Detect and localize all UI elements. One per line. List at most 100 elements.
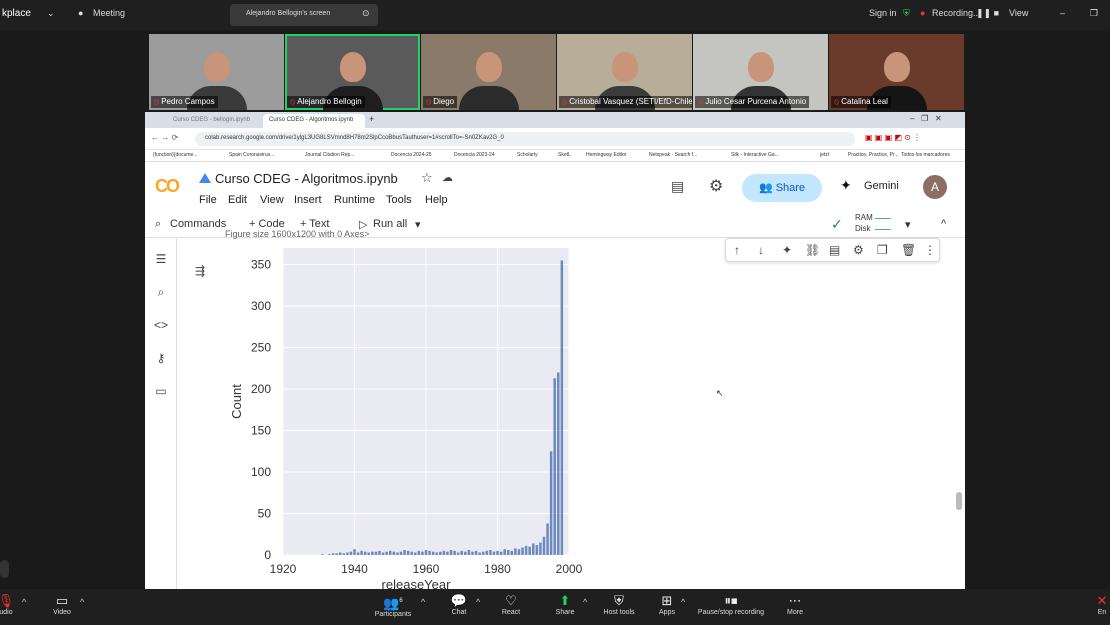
react-button[interactable]: ♡ React: [481, 593, 541, 616]
chevron-up-icon[interactable]: ^: [681, 597, 685, 607]
comment-icon[interactable]: ▤: [671, 178, 684, 195]
more-icon[interactable]: ⋮: [924, 243, 936, 257]
histogram-bar: [471, 551, 474, 555]
bookmark-item[interactable]: SketL: [558, 152, 571, 158]
bookmark-item[interactable]: Netspeak - Search f...: [649, 152, 697, 158]
audio-button[interactable]: 🎙 udio: [0, 593, 36, 616]
link-icon[interactable]: ⛓: [805, 243, 820, 257]
y-axis-label: Count: [229, 384, 244, 419]
chevron-down-icon[interactable]: ▾: [415, 218, 421, 231]
bookmark-item[interactable]: Todos los marcadores: [901, 152, 950, 158]
url-field[interactable]: colab.research.google.com/drive/1ylgL3UG…: [195, 132, 855, 146]
delete-icon[interactable]: 🗑: [901, 243, 916, 257]
end-button[interactable]: ✕ En: [1072, 593, 1110, 616]
nav-buttons[interactable]: ← → ⟳: [151, 133, 178, 142]
extension-icons[interactable]: ▣ ▣ ▣ ◩ ⊙ ⋮: [865, 133, 921, 142]
participant-tile[interactable]: ⦸ Catalina Leal: [829, 34, 964, 110]
histogram-bar: [421, 551, 424, 555]
move-up-icon[interactable]: ↑: [734, 243, 740, 257]
participant-face: [747, 52, 774, 82]
participant-tile[interactable]: ⦸ Pedro Campos: [149, 34, 284, 110]
colab-logo[interactable]: CO: [155, 176, 180, 197]
bookmark-item[interactable]: {function}{docume...: [153, 152, 197, 158]
bookmark-item[interactable]: Silk - Interactive Ga...: [731, 152, 779, 158]
minimize-icon[interactable]: –: [1060, 8, 1065, 18]
chevron-up-icon[interactable]: ^: [476, 597, 480, 607]
browser-tab[interactable]: Curso CDEG - bellogin.ipynb: [167, 114, 259, 128]
histogram-bar: [460, 550, 464, 555]
find-icon[interactable]: ⌕: [153, 285, 169, 301]
chevron-up-icon[interactable]: ^: [941, 218, 946, 230]
shared-screen-tab[interactable]: Alejandro Bellogin's screen ⊙: [230, 4, 378, 26]
bookmark-item[interactable]: Hemingway Editor: [586, 152, 627, 158]
chevron-down-icon[interactable]: ⌄: [47, 8, 55, 19]
meeting-label[interactable]: Meeting: [93, 8, 125, 18]
participant-face: [339, 52, 366, 82]
output-toggle-icon[interactable]: ⇶: [195, 264, 205, 278]
participant-face: [475, 52, 502, 82]
restore-icon[interactable]: ❐: [1090, 8, 1098, 19]
menu-item[interactable]: Insert: [294, 194, 322, 206]
chevron-up-icon[interactable]: ^: [583, 597, 587, 607]
share-label: Share: [775, 182, 806, 194]
toc-icon[interactable]: ☰: [153, 252, 169, 268]
bookmark-item[interactable]: Journal Citation Rep...: [305, 152, 354, 158]
gemini-label[interactable]: Gemini: [864, 180, 899, 192]
window-controls[interactable]: – ❐ ✕: [910, 114, 942, 123]
menu-item[interactable]: Runtime: [334, 194, 375, 206]
run-all-button[interactable]: Run all: [373, 218, 407, 230]
pause-recording-button[interactable]: ⏸⏹ Pause/stop recording: [691, 593, 771, 616]
star-icon[interactable]: ☆: [421, 170, 433, 186]
chevron-up-icon[interactable]: ^: [80, 597, 84, 607]
share-button[interactable]: 👥 Share: [742, 174, 822, 202]
scrollbar[interactable]: [956, 492, 962, 510]
participant-body: [458, 86, 519, 110]
signin-link[interactable]: Sign in: [869, 8, 897, 18]
chevron-up-icon[interactable]: ^: [22, 597, 26, 607]
menu-item[interactable]: Edit: [228, 194, 247, 206]
bookmark-item[interactable]: jetzt: [820, 152, 829, 158]
key-icon[interactable]: ⚷: [153, 351, 169, 367]
gear-icon[interactable]: ⚙: [709, 176, 723, 196]
participant-tile[interactable]: ⦸ Diego: [421, 34, 556, 110]
participant-tile[interactable]: ⦸ Alejandro Bellogin: [285, 34, 420, 110]
chevron-up-icon[interactable]: ^: [421, 597, 425, 607]
notebook-title[interactable]: Curso CDEG - Algoritmos.ipynb: [215, 171, 398, 186]
search-icon[interactable]: ⌕: [155, 218, 161, 231]
gemini-icon[interactable]: ✦: [840, 177, 852, 194]
more-icon[interactable]: ⊙: [362, 8, 370, 19]
code-snippets-icon[interactable]: <>: [153, 318, 169, 334]
bookmark-item[interactable]: Practice, Practice, Pr...: [848, 152, 899, 158]
chevron-down-icon[interactable]: ▾: [905, 218, 911, 231]
more-button[interactable]: ⋯ More: [765, 593, 825, 616]
paw-icon: ●: [78, 8, 84, 18]
mirror-icon[interactable]: ❐: [877, 243, 888, 257]
bookmark-item[interactable]: Scholarly: [517, 152, 538, 158]
histogram-bar: [549, 451, 553, 555]
gear-icon[interactable]: ⚙: [853, 243, 864, 257]
view-button[interactable]: View: [1009, 8, 1028, 18]
comment-icon[interactable]: ▤: [829, 243, 840, 257]
side-handle[interactable]: [0, 560, 9, 578]
shared-screen: Curso CDEG - bellogin.ipynb Curso CDEG -…: [145, 112, 965, 589]
move-down-icon[interactable]: ↓: [758, 243, 764, 257]
participant-tile[interactable]: ⦸ Cristobal Vasquez (SETI/EfD-Chile): [557, 34, 692, 110]
menu-item[interactable]: View: [260, 194, 284, 206]
participants-button[interactable]: 👥6 Participants: [363, 593, 423, 618]
browser-tab-active[interactable]: Curso CDEG - Algoritmos.ipynb: [263, 114, 365, 128]
menu-item[interactable]: Help: [425, 194, 448, 206]
bookmark-item[interactable]: Docencia 2024-25: [391, 152, 432, 158]
commands-button[interactable]: Commands: [170, 218, 226, 230]
menu-item[interactable]: Tools: [386, 194, 412, 206]
apps-button[interactable]: ⊞ Apps: [637, 593, 697, 616]
folder-icon[interactable]: ▭: [153, 384, 169, 400]
participant-tile[interactable]: ⦸ Julio Cesar Purcena Antonio: [693, 34, 828, 110]
menu-item[interactable]: File: [199, 194, 217, 206]
bookmark-item[interactable]: Spain Coronavirus...: [229, 152, 274, 158]
bookmark-item[interactable]: Docencia 2023-24: [454, 152, 495, 158]
avatar[interactable]: A: [923, 175, 947, 199]
pause-icon[interactable]: ❚❚ ■: [976, 8, 999, 19]
cloud-icon[interactable]: ☁: [442, 171, 453, 184]
new-tab-icon[interactable]: +: [369, 114, 374, 124]
gemini-icon[interactable]: ✦: [782, 243, 792, 257]
